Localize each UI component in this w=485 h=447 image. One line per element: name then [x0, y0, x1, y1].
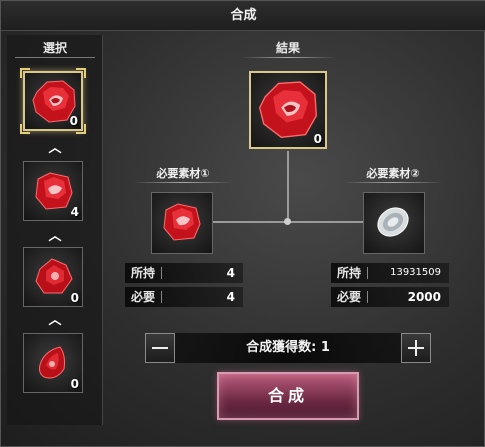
owned-label: 所持 [337, 266, 362, 280]
item-count: 0 [70, 377, 79, 391]
result-label-divider [241, 57, 335, 58]
red-gem-icon [163, 203, 201, 241]
row-separator [161, 267, 162, 279]
material2-item[interactable] [363, 192, 425, 254]
selection-item[interactable]: 0 [23, 247, 83, 307]
selection-header: 選択 [42, 41, 67, 55]
material2-label-divider [343, 182, 443, 183]
material2-label: 必要素材② [366, 167, 420, 180]
row-separator [367, 267, 368, 279]
selection-item[interactable]: 4 [23, 161, 83, 221]
red-gem-icon [39, 346, 65, 379]
quantity-stepper: 合成獲得数: 1 [145, 333, 431, 363]
silver-coin-icon [377, 207, 409, 237]
connector-line [287, 151, 289, 221]
chevron-up-icon: ︿ [48, 141, 62, 156]
material1-owned-row: 所持 4 [125, 263, 243, 283]
red-gem-icon [35, 258, 73, 294]
material1-label-divider [133, 182, 233, 183]
required-value: 2000 [407, 290, 441, 304]
required-label: 必要 [337, 290, 362, 304]
owned-value: 4 [226, 266, 235, 280]
decrease-button[interactable] [145, 333, 175, 363]
item-count: 0 [69, 114, 78, 128]
item-count: 0 [313, 132, 322, 146]
result-label: 結果 [275, 41, 300, 55]
material1-item[interactable] [151, 192, 213, 254]
selection-corner [20, 124, 30, 134]
increase-button[interactable] [401, 333, 431, 363]
synthesis-window: 合成 選択 0 ︿ 4 ︿ 0 ︿ 0 結果 0 必要素材① 所持 4 必要 4… [0, 0, 485, 447]
row-separator [161, 291, 162, 303]
required-value: 4 [226, 290, 235, 304]
result-item[interactable]: 0 [249, 71, 327, 149]
selection-item[interactable]: 0 [20, 68, 86, 134]
owned-label: 所持 [131, 266, 156, 280]
material1-label: 必要素材① [156, 167, 210, 180]
synthesize-button[interactable]: 合成 [217, 372, 359, 420]
connector-node [284, 218, 291, 225]
selection-panel: 選択 0 ︿ 4 ︿ 0 ︿ 0 [7, 35, 103, 425]
item-count: 4 [70, 205, 79, 219]
chevron-up-icon: ︿ [48, 313, 62, 328]
selection-corner [20, 68, 30, 78]
material2-required-row: 必要 2000 [331, 287, 449, 307]
item-count: 0 [70, 291, 79, 305]
minus-icon [152, 347, 168, 349]
owned-value: 13931509 [390, 267, 441, 278]
row-separator [367, 291, 368, 303]
required-label: 必要 [131, 290, 156, 304]
window-title: 合成 [1, 1, 485, 31]
red-gem-icon [258, 81, 317, 139]
selection-item[interactable]: 0 [23, 333, 83, 393]
material1-required-row: 必要 4 [125, 287, 243, 307]
selection-header-divider [15, 57, 95, 58]
chevron-up-icon: ︿ [48, 229, 62, 244]
quantity-text: 合成獲得数: 1 [246, 340, 330, 355]
plus-icon-vertical [415, 340, 417, 356]
material2-owned-row: 所持 13931509 [331, 263, 449, 283]
selection-corner [76, 68, 86, 78]
red-gem-icon [35, 172, 73, 210]
